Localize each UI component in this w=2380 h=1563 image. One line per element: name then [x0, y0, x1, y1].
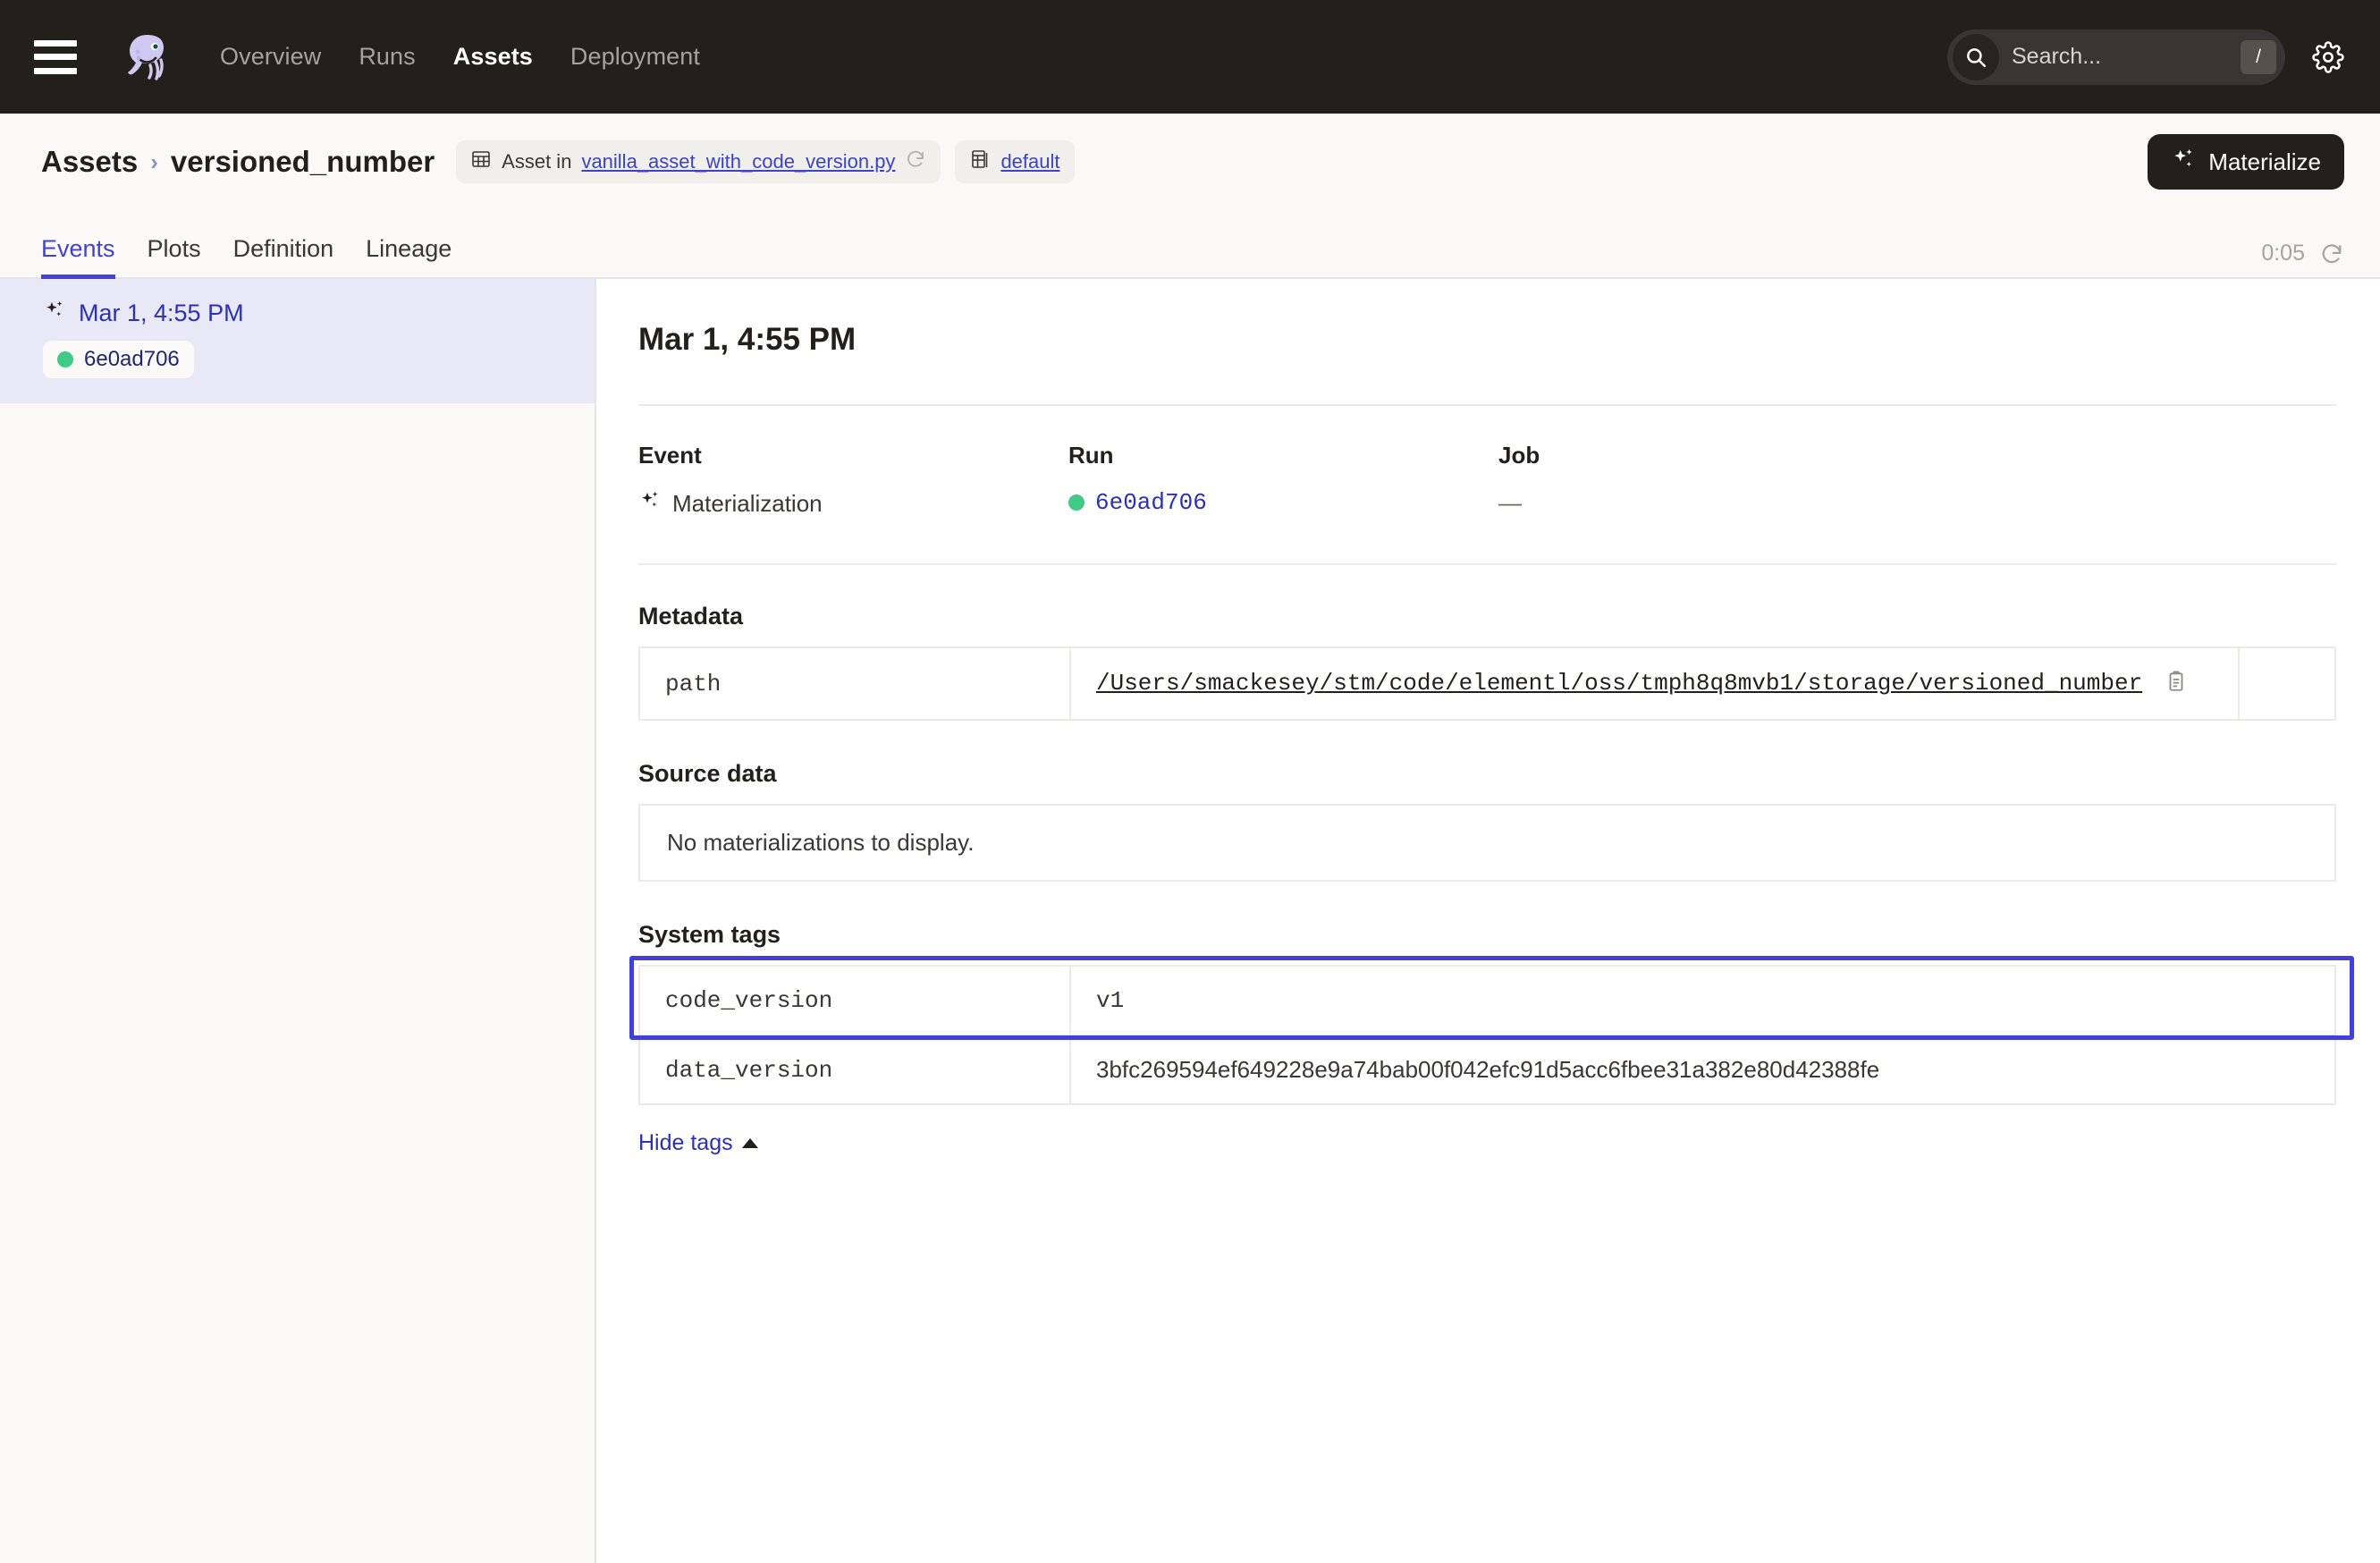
nav-link-runs[interactable]: Runs	[359, 43, 415, 71]
hide-tags-toggle[interactable]: Hide tags	[638, 1130, 758, 1156]
system-tag-value-data-version: 3bfc269594ef649228e9a74bab00f042efc91d5a…	[1071, 1035, 2334, 1103]
event-column-value: Materialization	[638, 489, 1068, 519]
asset-location-chip[interactable]: Asset in vanilla_asset_with_code_version…	[456, 140, 941, 183]
countdown-text: 0:05	[2261, 241, 2305, 266]
breadcrumb-assets-link[interactable]: Assets	[41, 145, 138, 179]
tab-lineage[interactable]: Lineage	[350, 235, 468, 277]
event-summary-grid: Event Materialization Run	[638, 442, 2336, 563]
reload-icon[interactable]	[905, 148, 926, 175]
metadata-section-title: Metadata	[638, 603, 2336, 630]
sparkle-icon	[43, 299, 66, 328]
caret-up-icon	[742, 1138, 758, 1148]
run-status-dot	[1068, 494, 1085, 511]
system-tags-section-title: System tags	[638, 921, 2336, 949]
run-column-value: 6e0ad706	[1068, 489, 1498, 516]
job-column-label: Job	[1498, 442, 1540, 469]
tab-bar: Events Plots Definition Lineage 0:05	[0, 210, 2380, 279]
detail-title: Mar 1, 4:55 PM	[638, 322, 2336, 358]
job-empty-dash: —	[1498, 489, 1522, 517]
asset-chip-prefix: Asset in	[502, 150, 571, 173]
asset-file-link[interactable]: vanilla_asset_with_code_version.py	[581, 150, 895, 173]
path-link[interactable]: /Users/smackesey/stm/code/elementl/oss/t…	[1096, 670, 2142, 697]
event-item-header: Mar 1, 4:55 PM	[43, 299, 595, 328]
source-data-empty-message: No materializations to display.	[638, 804, 2336, 882]
system-tag-key-data-version: data_version	[640, 1035, 1071, 1103]
tab-plots[interactable]: Plots	[131, 235, 217, 277]
refresh-icon[interactable]	[2319, 241, 2344, 266]
search-placeholder-text: Search...	[2012, 44, 2241, 70]
nav-right-group: Search... /	[1947, 30, 2344, 85]
divider	[638, 563, 2336, 565]
table-row: data_version 3bfc269594ef649228e9a74bab0…	[640, 1035, 2334, 1103]
system-tags-wrapper: code_version v1 data_version 3bfc269594e…	[638, 965, 2336, 1105]
code-location-label[interactable]: default	[1000, 150, 1059, 173]
code-location-icon	[969, 148, 991, 175]
code-location-chip[interactable]: default	[955, 140, 1074, 183]
run-status-dot	[57, 351, 73, 368]
events-sidebar: Mar 1, 4:55 PM 6e0ad706	[0, 279, 596, 1563]
hamburger-menu-icon[interactable]	[34, 40, 77, 74]
tab-events[interactable]: Events	[41, 235, 131, 277]
run-id-link[interactable]: 6e0ad706	[1095, 489, 1207, 516]
clipboard-copy-icon[interactable]	[2165, 672, 2188, 698]
page-body: Mar 1, 4:55 PM 6e0ad706 Mar 1, 4:55 PM E…	[0, 279, 2380, 1563]
nav-link-assets[interactable]: Assets	[453, 43, 533, 71]
breadcrumb-separator-icon: ›	[150, 148, 158, 176]
search-shortcut-key: /	[2241, 40, 2276, 74]
metadata-value-path: /Users/smackesey/stm/code/elementl/oss/t…	[1071, 648, 2240, 719]
metadata-table: path /Users/smackesey/stm/code/elementl/…	[638, 646, 2336, 721]
run-column-label: Run	[1068, 442, 1498, 469]
metadata-key-path: path	[640, 648, 1071, 719]
run-id-pill[interactable]: 6e0ad706	[43, 341, 194, 378]
sparkle-icon	[2171, 147, 2196, 178]
materialize-button[interactable]: Materialize	[2148, 134, 2344, 190]
hide-tags-label: Hide tags	[638, 1130, 733, 1156]
list-item[interactable]: Mar 1, 4:55 PM 6e0ad706	[0, 279, 595, 403]
event-detail-panel: Mar 1, 4:55 PM Event Materialization	[596, 279, 2380, 1563]
primary-nav-links: Overview Runs Assets Deployment	[220, 43, 700, 71]
breadcrumb: Assets › versioned_number	[41, 145, 435, 179]
search-icon	[1953, 34, 1999, 80]
system-tag-key-code-version: code_version	[640, 967, 1071, 1035]
page-title: versioned_number	[171, 145, 435, 179]
job-column: Job —	[1498, 442, 1540, 519]
top-navigation-bar: Overview Runs Assets Deployment Search..…	[0, 0, 2380, 114]
table-row: code_version v1	[640, 967, 2334, 1035]
metadata-actions-cell	[2240, 648, 2334, 719]
divider	[638, 404, 2336, 406]
sparkle-icon	[638, 489, 662, 519]
materialize-button-label: Materialize	[2208, 148, 2321, 176]
event-type-text: Materialization	[672, 490, 823, 518]
gear-icon[interactable]	[2312, 41, 2344, 73]
dagster-logo-icon[interactable]	[120, 30, 173, 84]
run-column: Run 6e0ad706	[1068, 442, 1498, 519]
event-timestamp[interactable]: Mar 1, 4:55 PM	[79, 300, 244, 327]
table-grid-icon	[470, 148, 492, 175]
search-input[interactable]: Search... /	[1947, 30, 2285, 85]
job-column-value: —	[1498, 489, 1540, 517]
table-row: path /Users/smackesey/stm/code/elementl/…	[640, 648, 2334, 719]
page-header: Assets › versioned_number Asset in vanil…	[0, 114, 2380, 210]
system-tags-table: code_version v1 data_version 3bfc269594e…	[638, 965, 2336, 1105]
tab-definition[interactable]: Definition	[217, 235, 350, 277]
event-column-label: Event	[638, 442, 1068, 469]
system-tag-value-code-version: v1	[1071, 967, 2334, 1035]
nav-link-deployment[interactable]: Deployment	[570, 43, 700, 71]
nav-link-overview[interactable]: Overview	[220, 43, 321, 71]
run-id-label: 6e0ad706	[84, 347, 180, 372]
source-data-section-title: Source data	[638, 760, 2336, 788]
refresh-timer: 0:05	[2261, 241, 2344, 277]
event-column: Event Materialization	[638, 442, 1068, 519]
tab-list: Events Plots Definition Lineage	[41, 235, 468, 277]
